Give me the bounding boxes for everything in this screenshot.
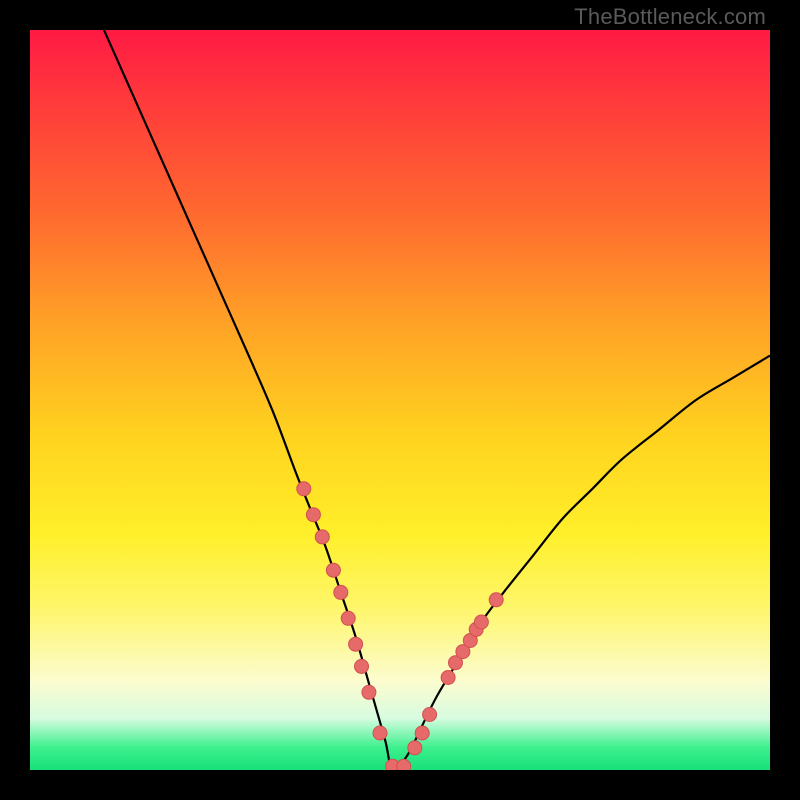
data-marker [362, 685, 376, 699]
data-marker [326, 563, 340, 577]
data-marker [397, 759, 411, 770]
data-marker [474, 615, 488, 629]
data-marker [306, 508, 320, 522]
curve-layer [30, 30, 770, 770]
data-marker [355, 659, 369, 673]
data-marker [441, 671, 455, 685]
watermark-text: TheBottleneck.com [574, 4, 766, 30]
data-marker [423, 708, 437, 722]
data-marker [349, 637, 363, 651]
chart-frame: TheBottleneck.com [0, 0, 800, 800]
data-marker [489, 593, 503, 607]
data-marker [415, 726, 429, 740]
data-marker [334, 585, 348, 599]
data-marker [341, 611, 355, 625]
data-marker [315, 530, 329, 544]
plot-area [30, 30, 770, 770]
data-marker [297, 482, 311, 496]
data-marker [373, 726, 387, 740]
data-marker [408, 741, 422, 755]
bottleneck-curve [104, 30, 770, 770]
curve-markers [297, 482, 503, 770]
